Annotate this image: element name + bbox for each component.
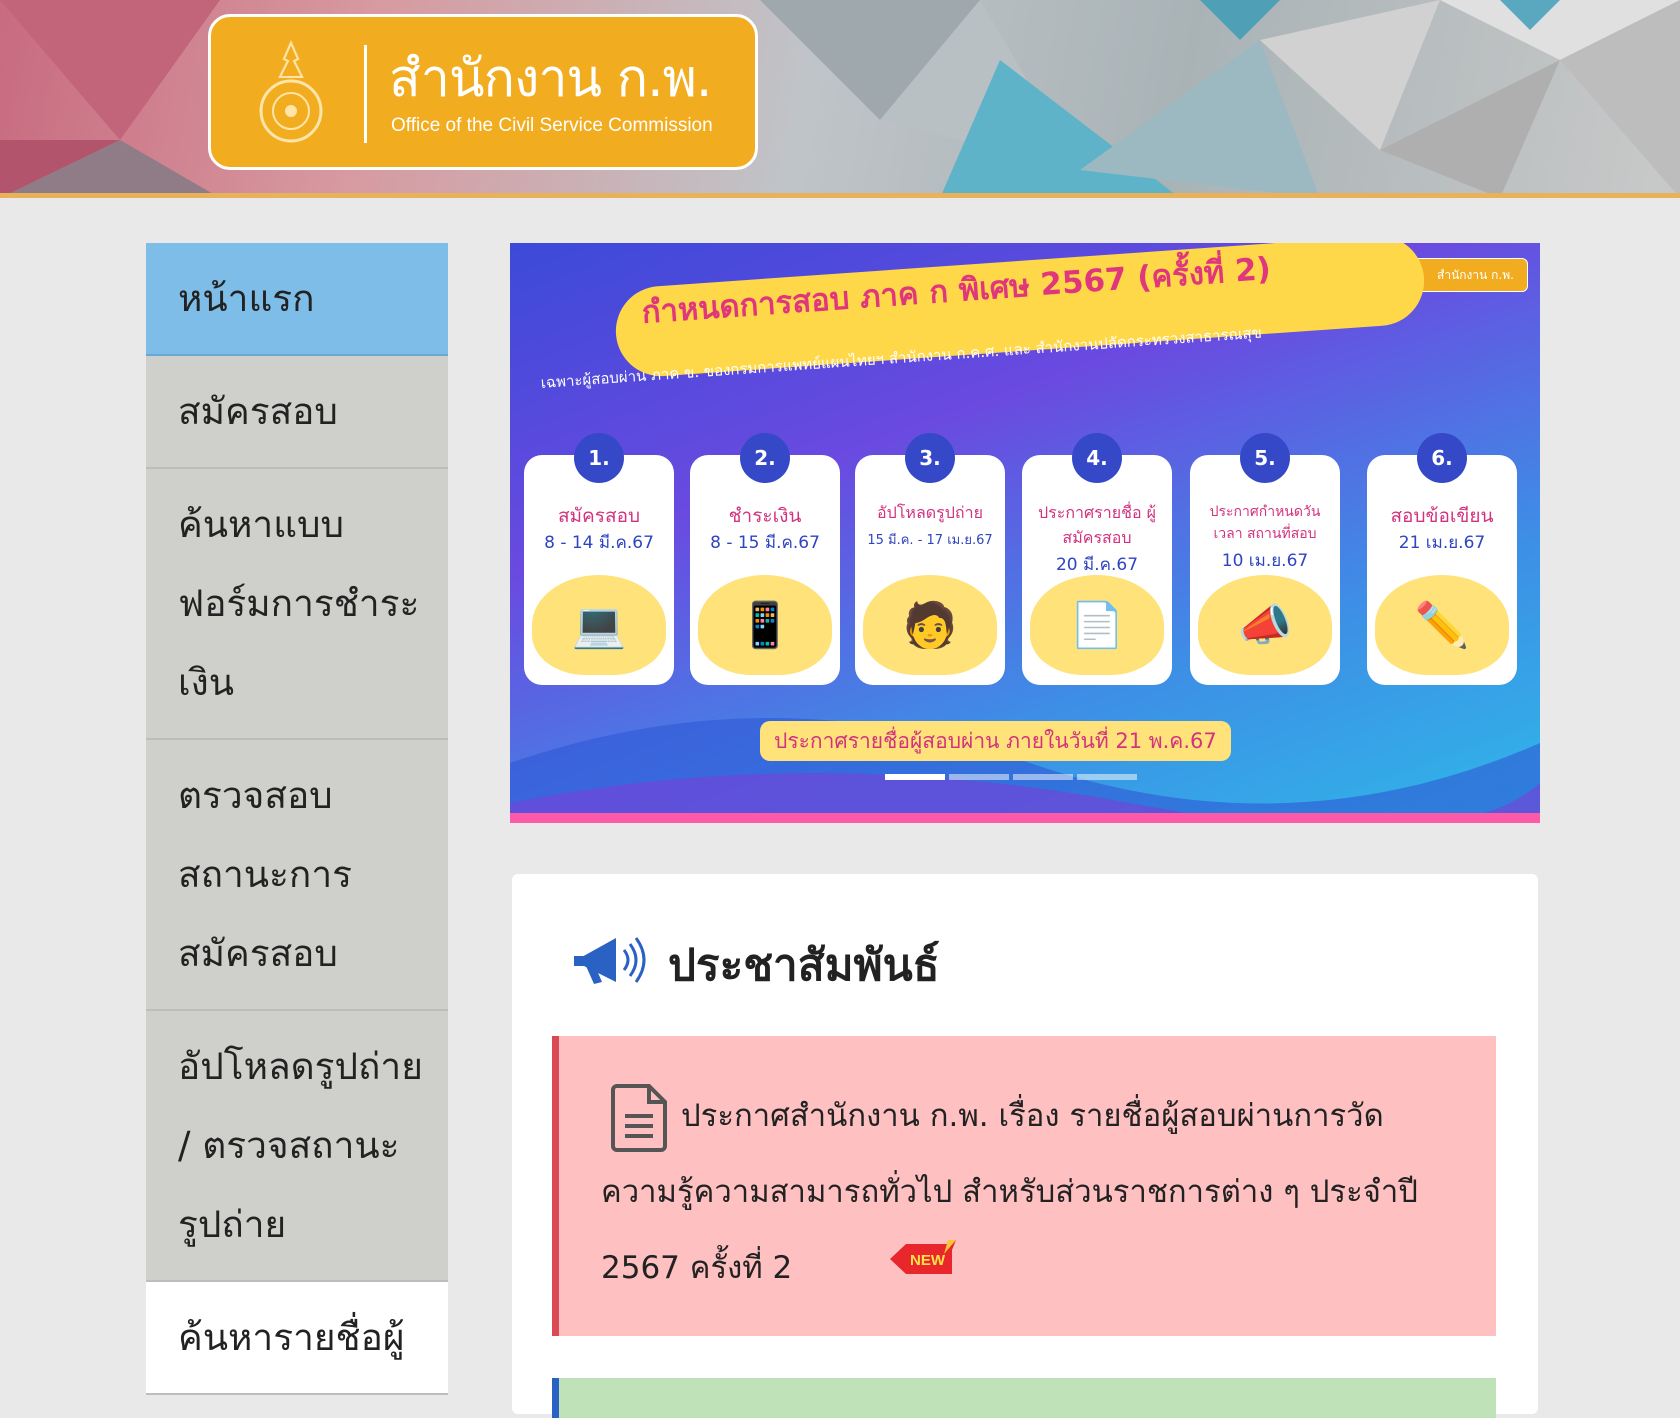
step-title: สมัครสอบ [557,505,641,527]
announcement-banner[interactable]: สำนักงาน ก.พ. กำหนดการสอบ ภาค ก พิเศษ 25… [510,243,1540,823]
banner-step: 4. ประกาศรายชื่อ ผู้สมัครสอบ 20 มี.ค.67 … [1022,433,1172,685]
pencil-icon: ✏️ [1414,600,1470,651]
megaphone-icon [574,937,646,984]
logo-separator [364,45,367,143]
carousel-indicators [885,765,1141,784]
header-bottom-strip [0,193,1680,198]
nav-item-apply[interactable]: สมัครสอบ [146,356,448,469]
news-title: ประชาสัมพันธ์ [668,940,940,991]
nav-item-label: หน้าแรก [178,277,315,320]
carousel-dot[interactable] [1013,774,1073,780]
megaphone-icon: 📣 [1237,600,1293,651]
pdf-icon: 📄 [1069,600,1125,651]
svg-text:NEW: NEW [910,1252,946,1269]
step-number: 6. [1417,433,1467,483]
banner-mini-logo: สำนักงาน ก.พ. [1410,258,1528,292]
banner-mini-logo-text: สำนักงาน ก.พ. [1437,268,1514,282]
step-number: 5. [1240,433,1290,483]
news-item[interactable]: ประกาศสำนักงาน ก.พ. เรื่อง รายชื่อผู้สอบ… [552,1036,1496,1336]
document-icon [611,1084,667,1152]
nav-item-label: อัปโหลดรูปถ่าย / ตรวจสถานะรูปถ่าย [178,1045,423,1246]
org-name-english: Office of the Civil Service Commission [391,115,713,136]
step-title: ประกาศรายชื่อ ผู้สมัครสอบ [1037,503,1157,547]
nav-item-application-status[interactable]: ตรวจสอบสถานะการสมัครสอบ [146,740,448,1011]
banner-footer-note: ประกาศรายชื่อผู้สอบผ่าน ภายในวันที่ 21 พ… [760,721,1231,761]
nav-item-photo-upload[interactable]: อัปโหลดรูปถ่าย / ตรวจสถานะรูปถ่าย [146,1011,448,1282]
org-name-thai: สำนักงาน ก.พ. [389,49,712,109]
step-title: ประกาศกำหนดวัน เวลา สถานที่สอบ [1209,504,1321,542]
step-date: 21 เม.ย.67 [1398,533,1486,553]
sidebar-nav: หน้าแรก สมัครสอบ ค้นหาแบบฟอร์มการชำระเงิ… [146,243,448,1395]
nav-item-search-names[interactable]: ค้นหารายชื่อผู้ [146,1282,448,1395]
carousel-dot[interactable] [949,774,1009,780]
step-title: ชำระเงิน [728,505,802,527]
step-number: 4. [1072,433,1122,483]
new-badge: NEW [806,1232,958,1308]
step-date: 15 มี.ค. - 17 เม.ย.67 [867,533,993,548]
banner-step: 1. สมัครสอบ 8 - 14 มี.ค.67 💻 [524,433,674,685]
news-item-text[interactable]: ประกาศสำนักงาน ก.พ. เรื่อง รายชื่อผู้สอบ… [601,1078,1454,1308]
nav-item-label: ตรวจสอบสถานะการสมัครสอบ [178,774,352,975]
step-date: 8 - 15 มี.ค.67 [710,533,820,553]
step-date: 8 - 14 มี.ค.67 [544,533,654,553]
news-item[interactable] [552,1378,1496,1418]
nav-item-label: สมัครสอบ [178,390,338,433]
nav-item-label: ค้นหาแบบฟอร์มการชำระเงิน [178,503,420,704]
banner-step: 6. สอบข้อเขียน 21 เม.ย.67 ✏️ [1367,433,1517,685]
banner-step: 5. ประกาศกำหนดวัน เวลา สถานที่สอบ 10 เม.… [1190,433,1340,685]
step-number: 2. [740,433,790,483]
nav-item-home[interactable]: หน้าแรก [146,243,448,356]
step-date: 20 มี.ค.67 [1055,555,1139,575]
nav-item-payment-form[interactable]: ค้นหาแบบฟอร์มการชำระเงิน [146,469,448,740]
pay-phone-icon: 📱 [737,600,793,651]
carousel-dot[interactable] [885,774,945,780]
step-date: 10 เม.ย.67 [1221,551,1309,571]
banner-step: 2. ชำระเงิน 8 - 15 มี.ค.67 📱 [690,433,840,685]
garuda-seal-icon [259,39,323,143]
news-panel: ประชาสัมพันธ์ ประกาศสำนักงาน ก.พ. เรื่อง… [512,874,1538,1418]
nav-item-label: ค้นหารายชื่อผู้ [178,1316,405,1359]
step-number: 3. [905,433,955,483]
site-logo[interactable]: สำนักงาน ก.พ. Office of the Civil Servic… [208,14,758,170]
photo-upgrade-icon: 🧑 [902,600,958,651]
banner-step: 3. อัปโหลดรูปถ่าย 15 มี.ค. - 17 เม.ย.67 … [855,433,1005,685]
carousel-dot[interactable] [1077,774,1137,780]
step-number: 1. [574,433,624,483]
step-title: อัปโหลดรูปถ่าย [877,503,983,522]
site-header: สำนักงาน ก.พ. Office of the Civil Servic… [0,0,1680,198]
laptop-icon: 💻 [571,600,627,651]
step-title: สอบข้อเขียน [1390,505,1494,527]
news-item-title[interactable]: ประกาศสำนักงาน ก.พ. เรื่อง รายชื่อผู้สอบ… [601,1098,1418,1286]
